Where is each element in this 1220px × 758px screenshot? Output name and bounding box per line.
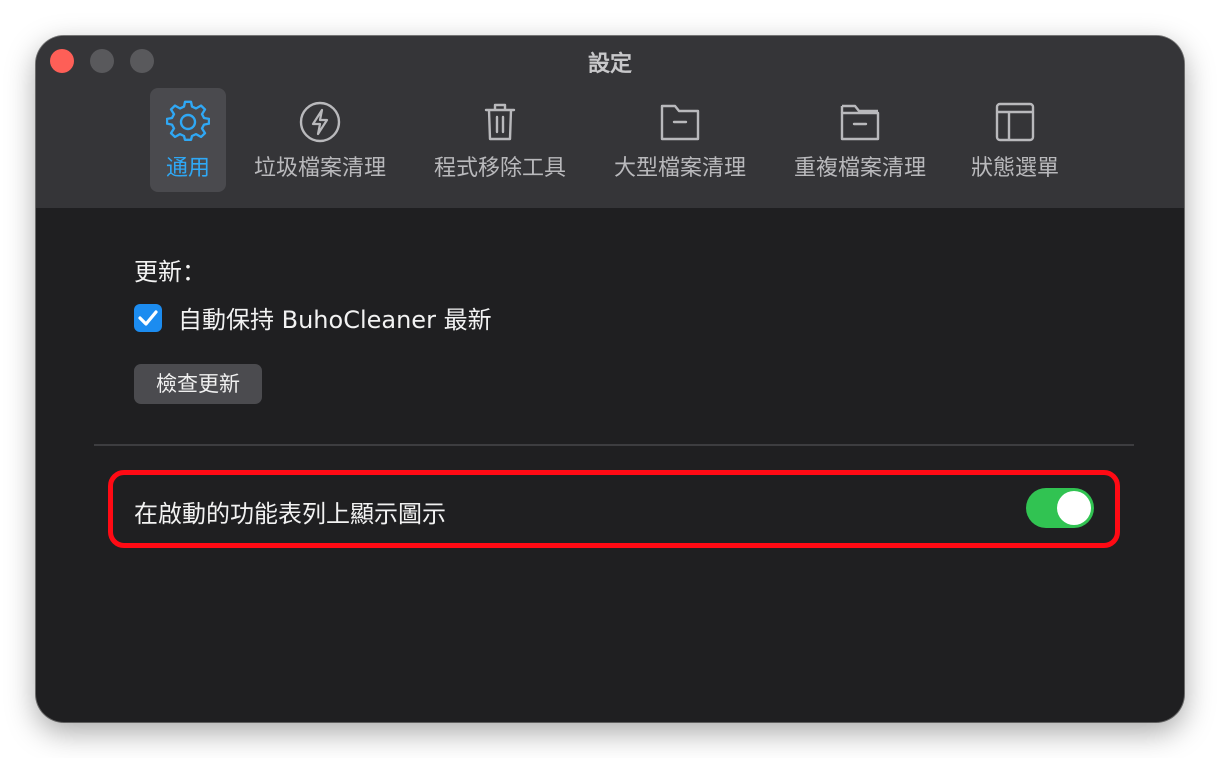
tab-large-files-label: 大型檔案清理	[613, 156, 746, 181]
settings-window: 設定 通用 垃圾檔案清理 程式移除工具 大型檔案清理 重複檔案清理 狀態選單 更…	[36, 36, 1184, 722]
check-update-button[interactable]: 檢查更新	[134, 364, 262, 404]
checkmark-icon	[138, 310, 158, 326]
lightning-icon	[299, 101, 341, 143]
tab-duplicate-files[interactable]: 重複檔案清理	[780, 88, 940, 192]
menubar-icon-label: 在啟動的功能表列上顯示圖示	[134, 500, 446, 528]
tab-junk-cleaner[interactable]: 垃圾檔案清理	[240, 88, 400, 192]
window-title: 設定	[587, 52, 632, 77]
panel-layout-icon	[995, 102, 1035, 142]
tab-general[interactable]: 通用	[150, 88, 226, 192]
tab-app-uninstaller[interactable]: 程式移除工具	[420, 88, 580, 192]
divider	[94, 444, 1134, 446]
toolbar: 設定 通用 垃圾檔案清理 程式移除工具 大型檔案清理 重複檔案清理 狀態選單	[36, 36, 1184, 208]
tab-status-menu[interactable]: 狀態選單	[960, 88, 1070, 192]
tab-junk-cleaner-label: 垃圾檔案清理	[253, 156, 386, 181]
update-section-label: 更新：	[134, 258, 206, 286]
auto-update-checkbox[interactable]	[134, 304, 162, 332]
gear-icon	[166, 100, 210, 141]
tab-duplicate-files-label: 重複檔案清理	[793, 156, 926, 181]
tab-app-uninstaller-label: 程式移除工具	[433, 156, 566, 181]
tab-large-files[interactable]: 大型檔案清理	[600, 88, 760, 192]
folder-icon	[660, 104, 700, 141]
auto-update-label[interactable]: 自動保持 BuhoCleaner 最新	[178, 300, 492, 335]
menubar-icon-toggle[interactable]	[1026, 488, 1094, 528]
tab-status-menu-label: 狀態選單	[970, 156, 1059, 181]
trash-icon	[484, 103, 516, 141]
tab-general-label: 通用	[165, 156, 210, 181]
toggle-knob	[1057, 491, 1091, 525]
folder-stack-icon	[840, 104, 880, 141]
